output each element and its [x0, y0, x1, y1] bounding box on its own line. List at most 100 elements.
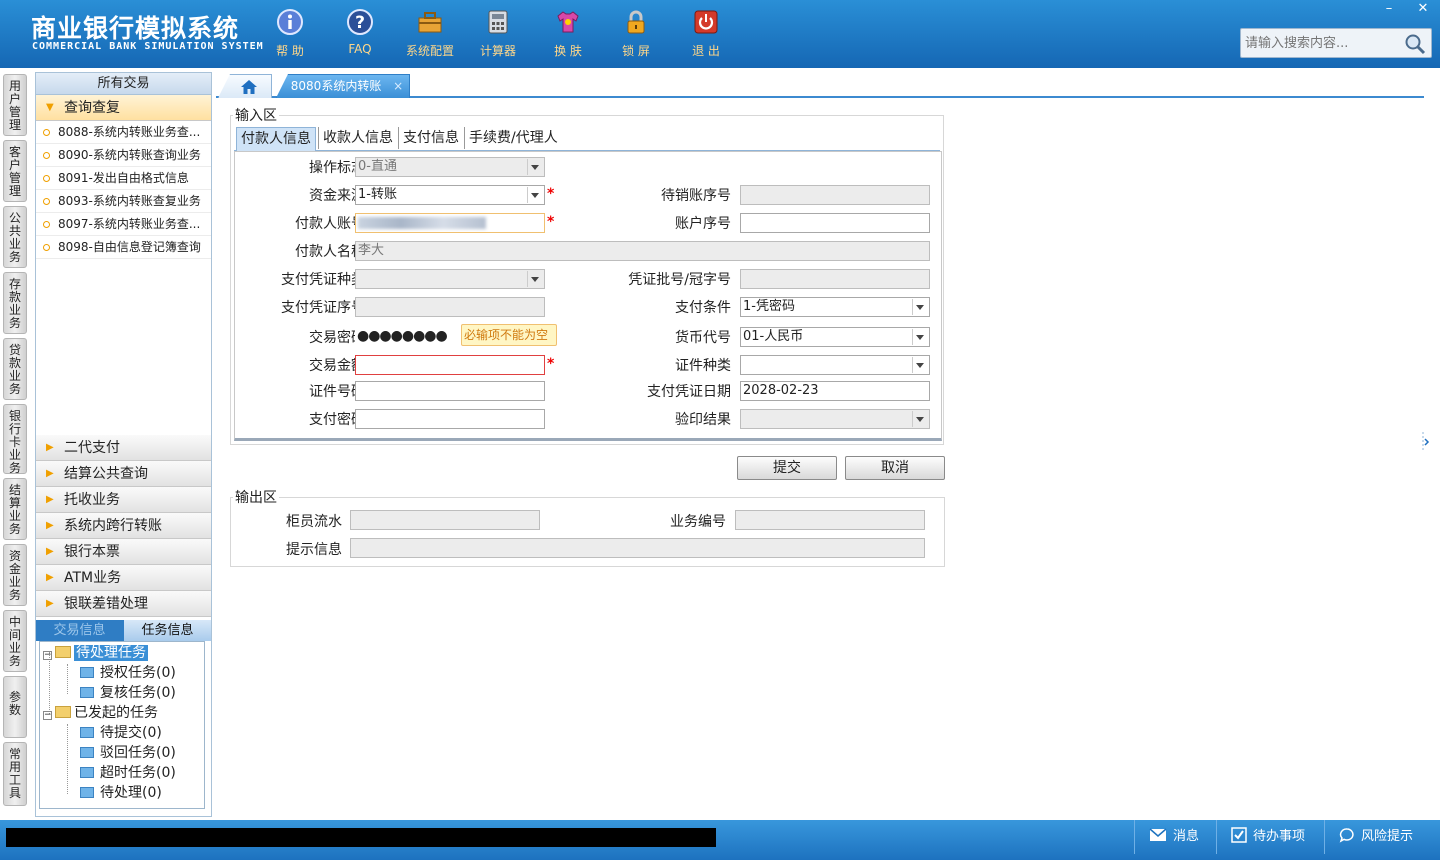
- vtab-loan[interactable]: 贷款业务: [3, 338, 27, 400]
- vtab-customer-management[interactable]: 客户管理: [3, 140, 27, 202]
- tab-task-info[interactable]: 任务信息: [124, 620, 211, 641]
- op-flag-select[interactable]: 0-直通: [355, 157, 545, 177]
- account-seq-field[interactable]: [740, 213, 930, 233]
- pay-condition-select[interactable]: 1-凭密码: [740, 297, 930, 317]
- side-panel-handle[interactable]: [1422, 422, 1430, 462]
- system-config-button[interactable]: 系统配置: [400, 6, 460, 59]
- tree-node-to-process[interactable]: 待处理(0): [80, 783, 162, 803]
- nav-group-unionpay-error[interactable]: ▶ 银联差错处理: [36, 591, 211, 617]
- op-flag-value: 0-直通: [358, 159, 397, 174]
- tree-node-timeout[interactable]: 超时任务(0): [80, 763, 176, 783]
- tab-8080-transfer[interactable]: 8080系统内转账 ×: [276, 74, 410, 98]
- pending-seq-field[interactable]: [740, 185, 930, 205]
- voucher-date-field[interactable]: 2028-02-23: [740, 381, 930, 401]
- vtab-common-tools[interactable]: 常用工具: [3, 742, 27, 806]
- pay-password-field[interactable]: [355, 409, 545, 429]
- task-tree: − 待处理任务 授权任务(0) 复核任务(0) − 已发起的任务 待提交(0) 驳回…: [39, 641, 205, 809]
- nav-item-label: 8097-系统内转账业务查...: [58, 217, 201, 231]
- fund-source-select[interactable]: 1-转账: [355, 185, 545, 205]
- nav-group-bank-draft[interactable]: ▶ 银行本票: [36, 539, 211, 565]
- collapse-toggle-icon[interactable]: −: [43, 711, 52, 720]
- nav-group-settlement-query[interactable]: ▶ 结算公共查询: [36, 461, 211, 487]
- todo-button[interactable]: 待办事项: [1216, 820, 1324, 854]
- tab-payee-info[interactable]: 收款人信息: [318, 127, 397, 149]
- vtab-intermediate[interactable]: 中间业务: [3, 610, 27, 672]
- voucher-batch-field[interactable]: [740, 269, 930, 289]
- tree-node-authorization[interactable]: 授权任务(0): [80, 663, 176, 683]
- op-flag-label: 操作标志: [309, 160, 365, 176]
- nav-group-collection[interactable]: ▶ 托收业务: [36, 487, 211, 513]
- change-skin-button[interactable]: 换 肤: [538, 6, 598, 59]
- pay-condition-label: 支付条件: [675, 300, 731, 316]
- vtab-user-management[interactable]: 用户管理: [3, 74, 27, 136]
- id-type-label: 证件种类: [675, 358, 731, 374]
- currency-select[interactable]: 01-人民币: [740, 327, 930, 347]
- vtab-bank-card[interactable]: 银行卡业务: [3, 404, 27, 475]
- voucher-type-select[interactable]: [355, 269, 545, 289]
- payer-account-field[interactable]: [355, 213, 545, 233]
- exit-label: 退 出: [692, 44, 720, 58]
- faq-button[interactable]: ? FAQ: [330, 6, 390, 56]
- risk-alert-button[interactable]: 风险提示: [1324, 820, 1440, 854]
- amount-label: 交易金额: [309, 358, 365, 374]
- tab-payer-info[interactable]: 付款人信息: [236, 127, 316, 151]
- folder-icon: [80, 687, 94, 698]
- nav-item[interactable]: 8088-系统内转账业务查...: [36, 121, 211, 144]
- nav-item[interactable]: 8091-发出自由格式信息: [36, 167, 211, 190]
- messages-button[interactable]: 消息: [1134, 820, 1216, 854]
- tx-password-field[interactable]: ●●●●●●●●: [355, 327, 461, 347]
- vtab-public-business[interactable]: 公共业务: [3, 206, 27, 268]
- vtab-funds[interactable]: 资金业务: [3, 544, 27, 606]
- tree-node-pending[interactable]: − 待处理任务: [43, 643, 148, 663]
- voucher-seq-field[interactable]: [355, 297, 545, 317]
- tab-fee-agent[interactable]: 手续费/代理人: [464, 127, 562, 149]
- vtab-settlement[interactable]: 结算业务: [3, 478, 27, 540]
- calculator-button[interactable]: 计算器: [468, 6, 528, 59]
- collapse-toggle-icon[interactable]: −: [43, 651, 52, 660]
- nav-item[interactable]: 8098-自由信息登记簿查询: [36, 236, 211, 259]
- collapsed-arrow-icon: ▶: [46, 442, 54, 453]
- submit-button[interactable]: 提交: [737, 456, 837, 480]
- tree-node-label: 复核任务(0): [100, 685, 176, 701]
- nav-item[interactable]: 8093-系统内转账查复业务: [36, 190, 211, 213]
- business-no-field: [735, 510, 925, 530]
- nav-group-second-gen-payment[interactable]: ▶ 二代支付: [36, 435, 211, 461]
- minimize-button[interactable]: –: [1372, 0, 1406, 20]
- amount-field[interactable]: [355, 355, 545, 375]
- close-window-button[interactable]: ✕: [1406, 0, 1440, 20]
- tab-home[interactable]: [218, 74, 272, 98]
- seal-result-select[interactable]: [740, 409, 930, 429]
- voucher-batch-label: 凭证批号/冠字号: [628, 272, 731, 288]
- id-type-select[interactable]: [740, 355, 930, 375]
- nav-item[interactable]: 8090-系统内转账查询业务: [36, 144, 211, 167]
- exit-button[interactable]: 退 出: [676, 6, 736, 59]
- tab-transaction-info[interactable]: 交易信息: [36, 620, 123, 641]
- tree-node-review[interactable]: 复核任务(0): [80, 683, 176, 703]
- collapsed-arrow-icon: ▶: [46, 546, 54, 557]
- help-button[interactable]: 帮 助: [260, 6, 320, 59]
- nav-group-query[interactable]: ▼ 查询查复: [36, 95, 211, 121]
- tree-node-label: 驳回任务(0): [100, 745, 176, 761]
- lock-screen-button[interactable]: 锁 屏: [606, 6, 666, 59]
- cancel-button[interactable]: 取消: [845, 456, 945, 480]
- id-number-field[interactable]: [355, 381, 545, 401]
- vtab-deposit[interactable]: 存款业务: [3, 272, 27, 334]
- message-field: [350, 538, 925, 558]
- nav-item-label: 8091-发出自由格式信息: [58, 171, 189, 185]
- folder-open-icon: [55, 646, 71, 658]
- nav-item[interactable]: 8097-系统内转账业务查...: [36, 213, 211, 236]
- vtab-parameters[interactable]: 参数: [3, 676, 27, 738]
- tree-node-rejected[interactable]: 驳回任务(0): [80, 743, 176, 763]
- payer-name-field[interactable]: 李大: [355, 241, 930, 261]
- tree-node-to-submit[interactable]: 待提交(0): [80, 723, 162, 743]
- tab-payment-info[interactable]: 支付信息: [398, 127, 463, 149]
- pay-condition-value: 1-凭密码: [743, 299, 795, 314]
- nav-group-label: 查询查复: [64, 100, 120, 116]
- tab-close-icon[interactable]: ×: [393, 79, 403, 93]
- status-bar: 消息 待办事项 风险提示: [0, 820, 1440, 860]
- nav-group-interbank-transfer[interactable]: ▶ 系统内跨行转账: [36, 513, 211, 539]
- nav-group-atm[interactable]: ▶ ATM业务: [36, 565, 211, 591]
- search-input[interactable]: [1241, 29, 1401, 57]
- search-icon[interactable]: [1403, 32, 1427, 56]
- tree-node-initiated[interactable]: − 已发起的任务: [43, 703, 158, 723]
